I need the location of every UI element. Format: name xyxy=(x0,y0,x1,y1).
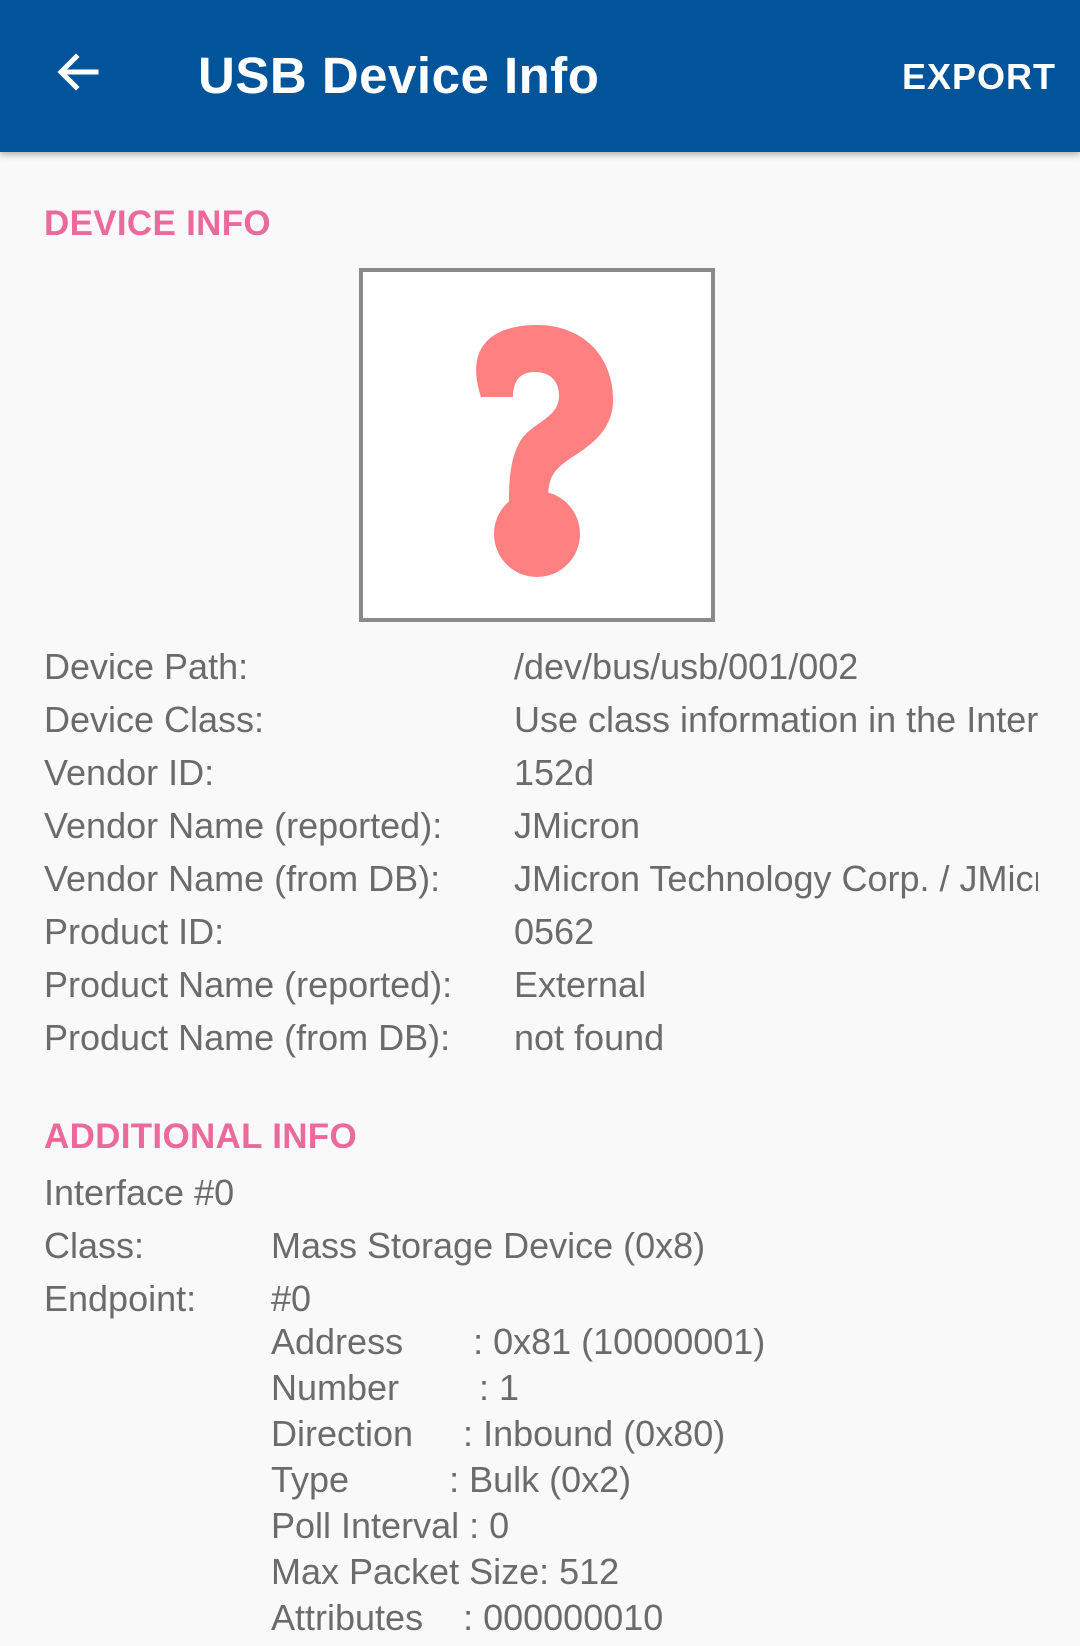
info-row-product-id: Product ID: 0562 xyxy=(44,905,1038,958)
question-mark-icon xyxy=(476,325,613,577)
endpoint-label: Endpoint: xyxy=(44,1277,197,1319)
info-value: Use class information in the Interface D… xyxy=(514,698,1038,740)
page-title: USB Device Info xyxy=(198,47,600,104)
arrow-left-icon xyxy=(57,53,99,91)
endpoint-address: Address : 0x81 (10000001) xyxy=(271,1321,766,1362)
info-label: Vendor ID: xyxy=(44,751,215,793)
back-button[interactable] xyxy=(42,36,114,108)
info-value: External xyxy=(514,963,647,1005)
info-row-device-path: Device Path: /dev/bus/usb/001/002 xyxy=(44,640,1038,693)
class-label: Class: xyxy=(44,1224,145,1266)
interface-block: Interface #0 Class: Mass Storage Device … xyxy=(44,1166,1038,1325)
device-info-header: DEVICE INFO xyxy=(44,204,271,243)
info-label: Product Name (from DB): xyxy=(44,1016,451,1058)
endpoint-number: #0 xyxy=(271,1277,312,1319)
endpoint-row: Endpoint: #0 xyxy=(44,1272,1038,1325)
device-info-table: Device Path: /dev/bus/usb/001/002 Device… xyxy=(44,640,1038,1064)
endpoint-direction: Direction : Inbound (0x80) xyxy=(271,1413,726,1454)
device-image xyxy=(359,268,715,622)
endpoint-details: Address : 0x81 (10000001) Number : 1 Dir… xyxy=(271,1319,765,1641)
info-row-product-name-reported: Product Name (reported): External xyxy=(44,958,1038,1011)
info-row-vendor-id: Vendor ID: 152d xyxy=(44,746,1038,799)
info-value: JMicron xyxy=(514,804,641,846)
info-value: 152d xyxy=(514,751,595,793)
info-value: /dev/bus/usb/001/002 xyxy=(514,645,859,687)
interface-class-row: Class: Mass Storage Device (0x8) xyxy=(44,1219,1038,1272)
endpoint-type: Type : Bulk (0x2) xyxy=(271,1459,632,1500)
info-value: JMicron Technology Corp. / JMicron USA T… xyxy=(514,857,1038,899)
info-label: Vendor Name (reported): xyxy=(44,804,443,846)
additional-info-header: ADDITIONAL INFO xyxy=(44,1117,358,1156)
info-value: 0562 xyxy=(514,910,595,952)
interface-title: Interface #0 xyxy=(44,1171,235,1213)
info-label: Product ID: xyxy=(44,910,225,952)
info-label: Product Name (reported): xyxy=(44,963,453,1005)
app-bar: USB Device Info EXPORT xyxy=(0,0,1080,152)
info-value: not found xyxy=(514,1016,665,1058)
info-label: Vendor Name (from DB): xyxy=(44,857,441,899)
class-value: Mass Storage Device (0x8) xyxy=(271,1224,706,1266)
endpoint-max-packet-size: Max Packet Size: 512 xyxy=(271,1551,620,1592)
endpoint-poll-interval: Poll Interval : 0 xyxy=(271,1505,510,1546)
info-row-vendor-name-reported: Vendor Name (reported): JMicron xyxy=(44,799,1038,852)
info-label: Device Class: xyxy=(44,698,265,740)
endpoint-attributes: Attributes : 000000010 xyxy=(271,1597,664,1638)
info-label: Device Path: xyxy=(44,645,249,687)
export-button[interactable]: EXPORT xyxy=(902,56,1056,98)
info-row-device-class: Device Class: Use class information in t… xyxy=(44,693,1038,746)
info-row-product-name-db: Product Name (from DB): not found xyxy=(44,1011,1038,1064)
endpoint-number-detail: Number : 1 xyxy=(271,1367,520,1408)
info-row-vendor-name-db: Vendor Name (from DB): JMicron Technolog… xyxy=(44,852,1038,905)
